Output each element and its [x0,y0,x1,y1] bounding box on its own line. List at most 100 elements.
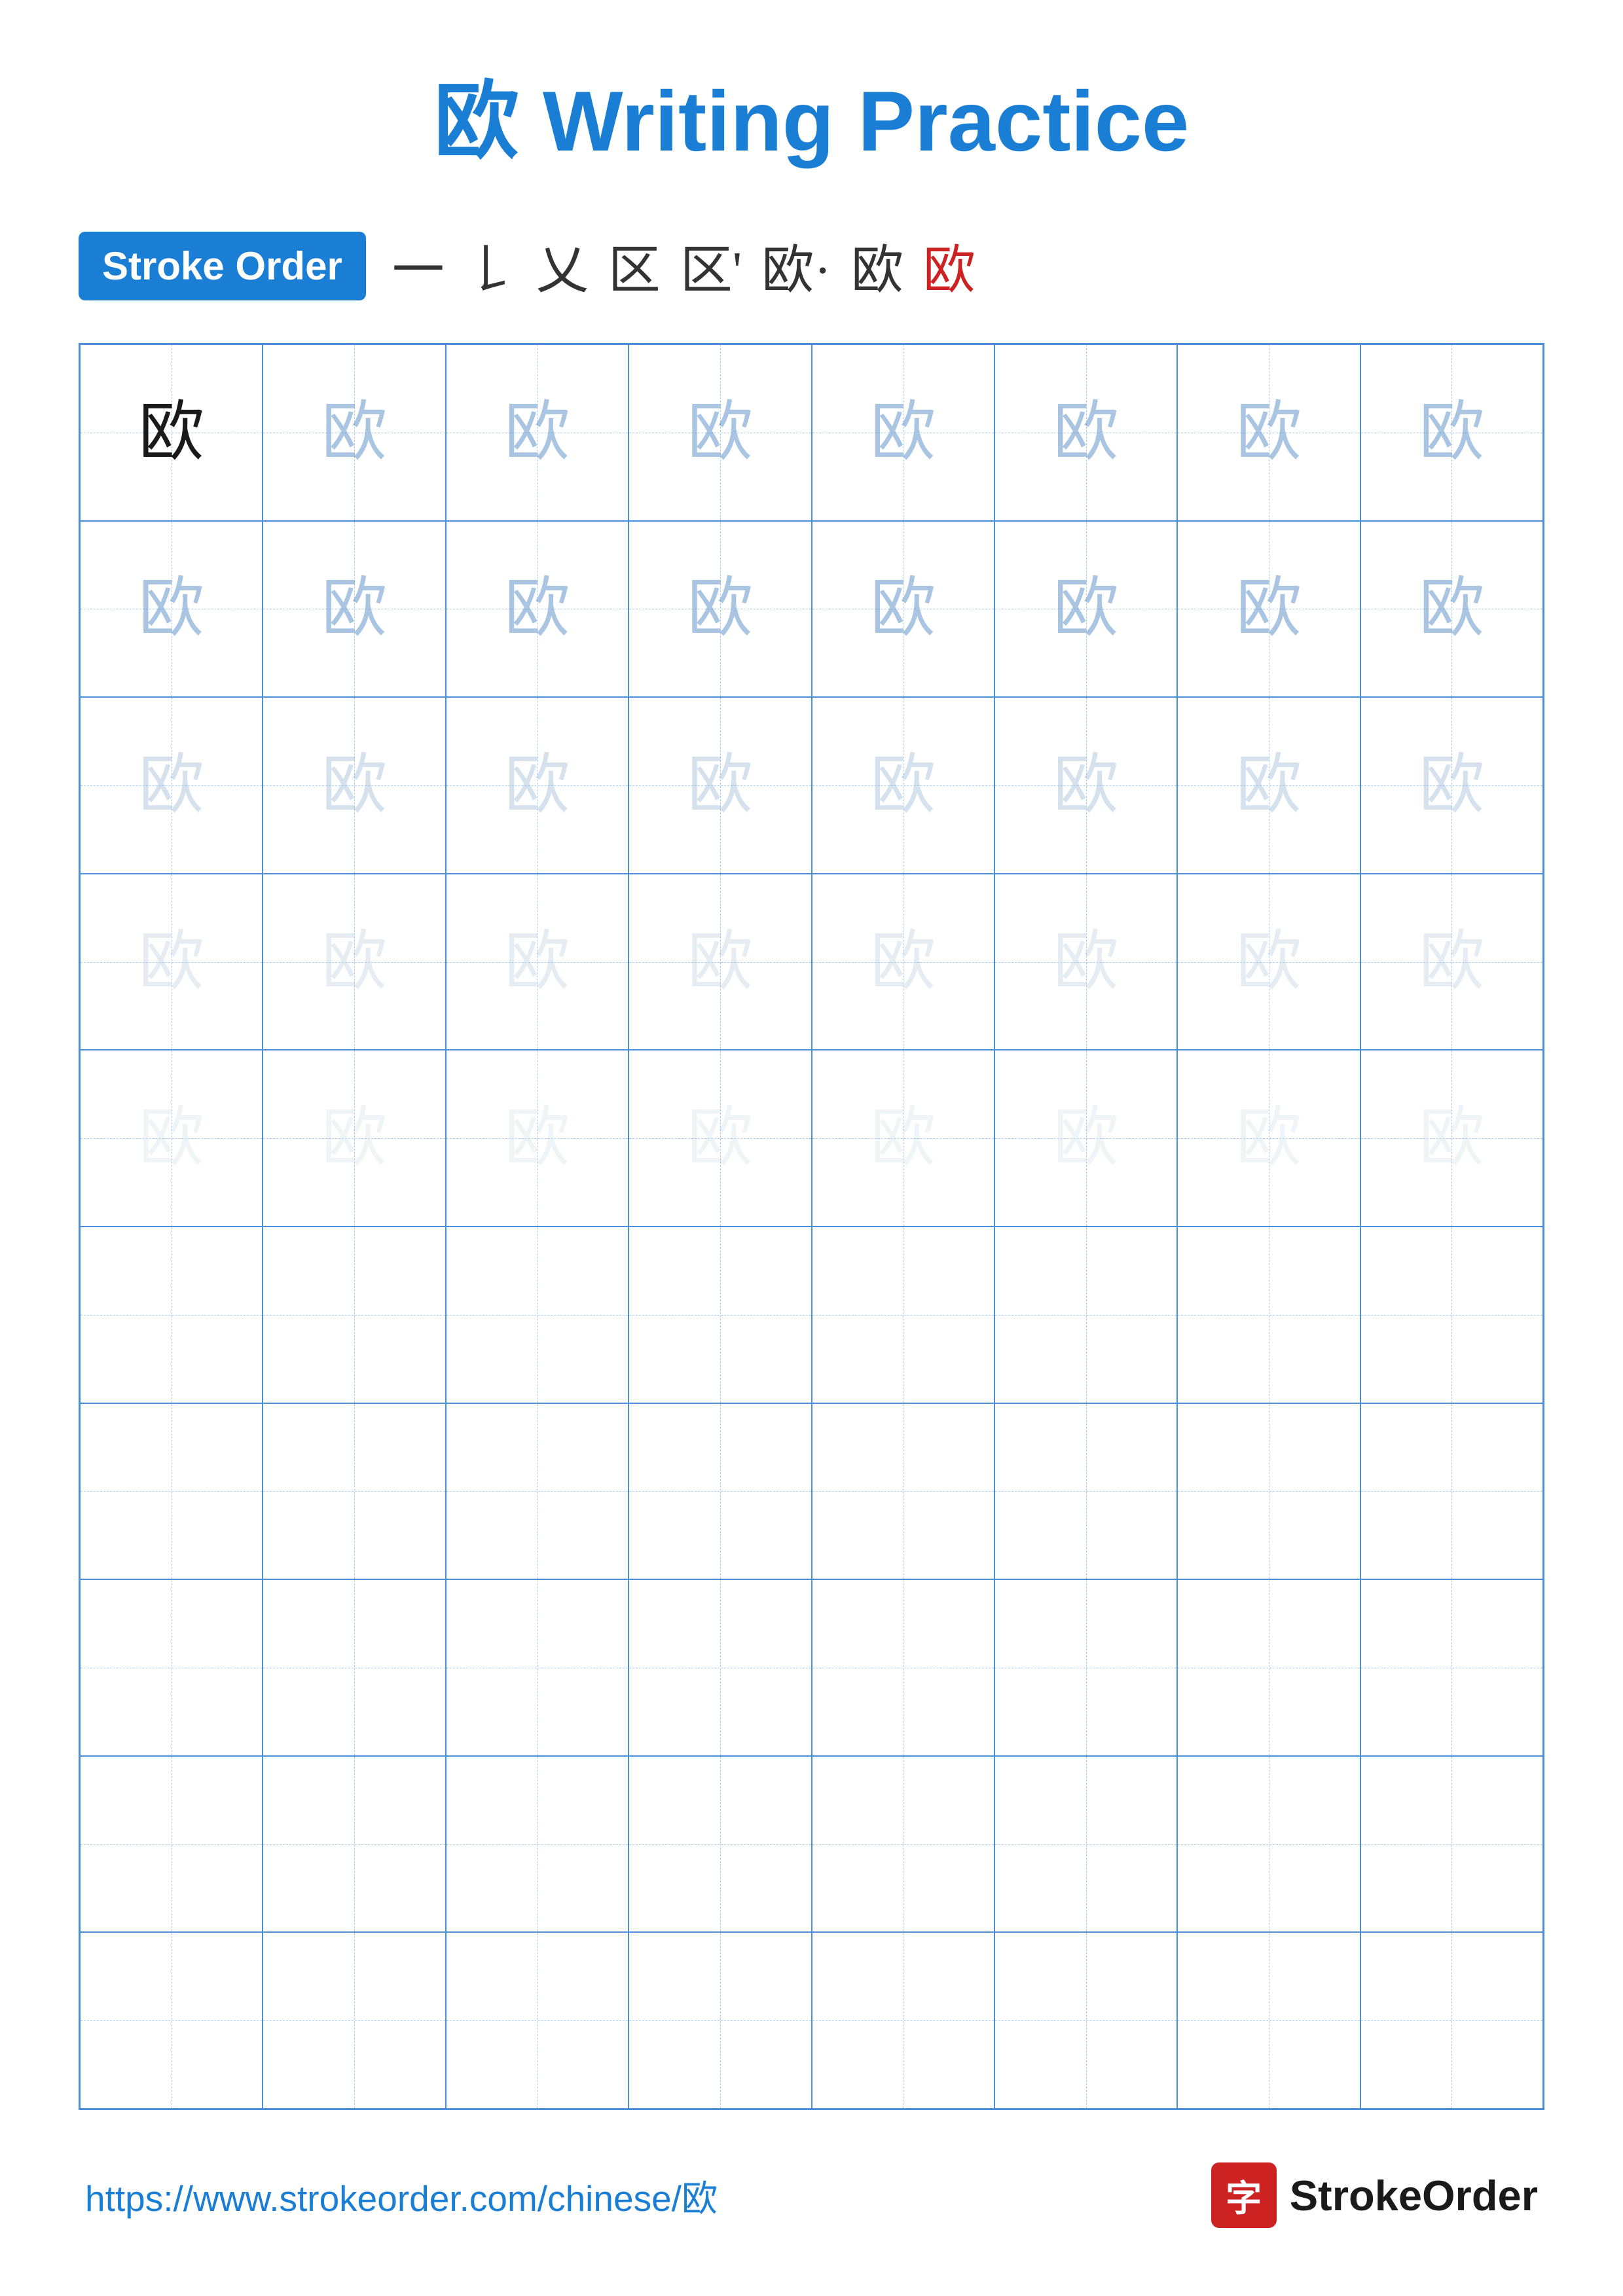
grid-cell[interactable] [263,1403,445,1580]
title-text: Writing Practice [543,73,1189,169]
grid-cell[interactable]: 欧 [80,697,263,874]
grid-cell[interactable] [1177,1756,1360,1933]
grid-cell[interactable] [1177,1579,1360,1756]
grid-cell[interactable] [263,1932,445,2109]
grid-cell[interactable] [994,1579,1177,1756]
grid-cell[interactable] [629,1227,811,1403]
grid-cell[interactable] [1360,1403,1543,1580]
grid-cell[interactable]: 欧 [1177,344,1360,521]
grid-cell[interactable] [1177,1227,1360,1403]
grid-cell[interactable] [80,1227,263,1403]
stroke-order-row: Stroke Order 一 𠄌 乂 区 区' 欧· 欧 欧 [79,228,1544,304]
grid-cell[interactable]: 欧 [812,521,994,698]
brand-icon: 字 [1211,2162,1277,2228]
grid-cell[interactable]: 欧 [994,344,1177,521]
footer: https://www.strokeorder.com/chinese/欧 字 … [79,2162,1544,2228]
grid-cell[interactable] [1360,1932,1543,2109]
page: 欧 Writing Practice Stroke Order 一 𠄌 乂 区 … [0,0,1623,2296]
grid-cell[interactable] [994,1756,1177,1933]
stroke-3: 乂 [536,228,589,304]
grid-cell[interactable]: 欧 [812,697,994,874]
grid-cell[interactable] [629,1932,811,2109]
grid-cell[interactable]: 欧 [1360,344,1543,521]
grid-cell[interactable] [446,1403,629,1580]
grid-cell[interactable] [812,1403,994,1580]
grid-cell[interactable]: 欧 [812,1050,994,1227]
grid-cell[interactable] [629,1579,811,1756]
grid-cell[interactable]: 欧 [263,521,445,698]
grid-cell[interactable]: 欧 [446,521,629,698]
grid-cell[interactable]: 欧 [994,1050,1177,1227]
grid-cell[interactable]: 欧 [80,874,263,1050]
grid-cell[interactable] [812,1227,994,1403]
footer-brand: 字 StrokeOrder [1211,2162,1538,2228]
stroke-6: 欧· [761,228,831,304]
grid-cell[interactable] [629,1403,811,1580]
grid-cell[interactable]: 欧 [812,344,994,521]
grid-cell[interactable]: 欧 [263,697,445,874]
grid-cell[interactable] [812,1932,994,2109]
grid-cell[interactable]: 欧 [1360,697,1543,874]
grid-cell[interactable] [1177,1932,1360,2109]
grid-cell[interactable]: 欧 [1360,521,1543,698]
grid-cell[interactable]: 欧 [80,344,263,521]
grid-cell[interactable] [446,1227,629,1403]
stroke-order-badge: Stroke Order [79,232,366,300]
grid-cell[interactable]: 欧 [80,521,263,698]
grid-cell[interactable] [263,1756,445,1933]
grid-cell[interactable] [994,1227,1177,1403]
grid-cell[interactable] [994,1403,1177,1580]
grid-cell[interactable]: 欧 [263,344,445,521]
grid-cell[interactable] [629,1756,811,1933]
grid-cell[interactable] [446,1579,629,1756]
page-title: 欧 Writing Practice [79,52,1544,175]
grid-cell[interactable] [812,1579,994,1756]
grid-cell[interactable]: 欧 [263,1050,445,1227]
stroke-8: 欧 [923,228,976,304]
grid-cell[interactable]: 欧 [446,874,629,1050]
grid-cell[interactable] [446,1756,629,1933]
stroke-order-chars: 一 𠄌 乂 区 区' 欧· 欧 欧 [392,228,976,304]
grid-cell[interactable]: 欧 [446,1050,629,1227]
grid-cell[interactable]: 欧 [446,344,629,521]
title-chinese-char: 欧 [434,73,519,169]
grid-cell[interactable]: 欧 [1177,1050,1360,1227]
grid-cell[interactable] [1360,1756,1543,1933]
grid-cell[interactable]: 欧 [629,344,811,521]
practice-grid: 欧欧欧欧欧欧欧欧欧欧欧欧欧欧欧欧欧欧欧欧欧欧欧欧欧欧欧欧欧欧欧欧欧欧欧欧欧欧欧欧 [79,343,1544,2110]
grid-cell[interactable]: 欧 [446,697,629,874]
grid-cell[interactable]: 欧 [1177,521,1360,698]
grid-cell[interactable] [80,1756,263,1933]
grid-cell[interactable]: 欧 [629,697,811,874]
grid-cell[interactable] [80,1579,263,1756]
grid-cell[interactable]: 欧 [629,874,811,1050]
stroke-1: 一 [392,228,445,304]
brand-name: StrokeOrder [1290,2171,1538,2220]
grid-cell[interactable]: 欧 [1360,874,1543,1050]
grid-cell[interactable]: 欧 [994,697,1177,874]
grid-cell[interactable] [263,1227,445,1403]
grid-cell[interactable] [994,1932,1177,2109]
grid-cell[interactable]: 欧 [994,521,1177,698]
grid-cell[interactable] [80,1932,263,2109]
grid-cell[interactable]: 欧 [629,1050,811,1227]
footer-url: https://www.strokeorder.com/chinese/欧 [85,2169,718,2221]
grid-cell[interactable]: 欧 [994,874,1177,1050]
grid-cell[interactable]: 欧 [1177,697,1360,874]
grid-cell[interactable]: 欧 [263,874,445,1050]
grid-cell[interactable] [1360,1579,1543,1756]
grid-cell[interactable] [1360,1227,1543,1403]
grid-cell[interactable] [812,1756,994,1933]
grid-cell[interactable] [80,1403,263,1580]
stroke-4: 区 [608,228,661,304]
grid-cell[interactable]: 欧 [1177,874,1360,1050]
grid-cell[interactable] [263,1579,445,1756]
grid-cell[interactable] [446,1932,629,2109]
grid-cell[interactable]: 欧 [80,1050,263,1227]
grid-cell[interactable]: 欧 [812,874,994,1050]
grid-cell[interactable]: 欧 [1360,1050,1543,1227]
grid-cell[interactable] [1177,1403,1360,1580]
stroke-5: 区' [680,228,742,304]
stroke-2: 𠄌 [464,228,517,304]
grid-cell[interactable]: 欧 [629,521,811,698]
